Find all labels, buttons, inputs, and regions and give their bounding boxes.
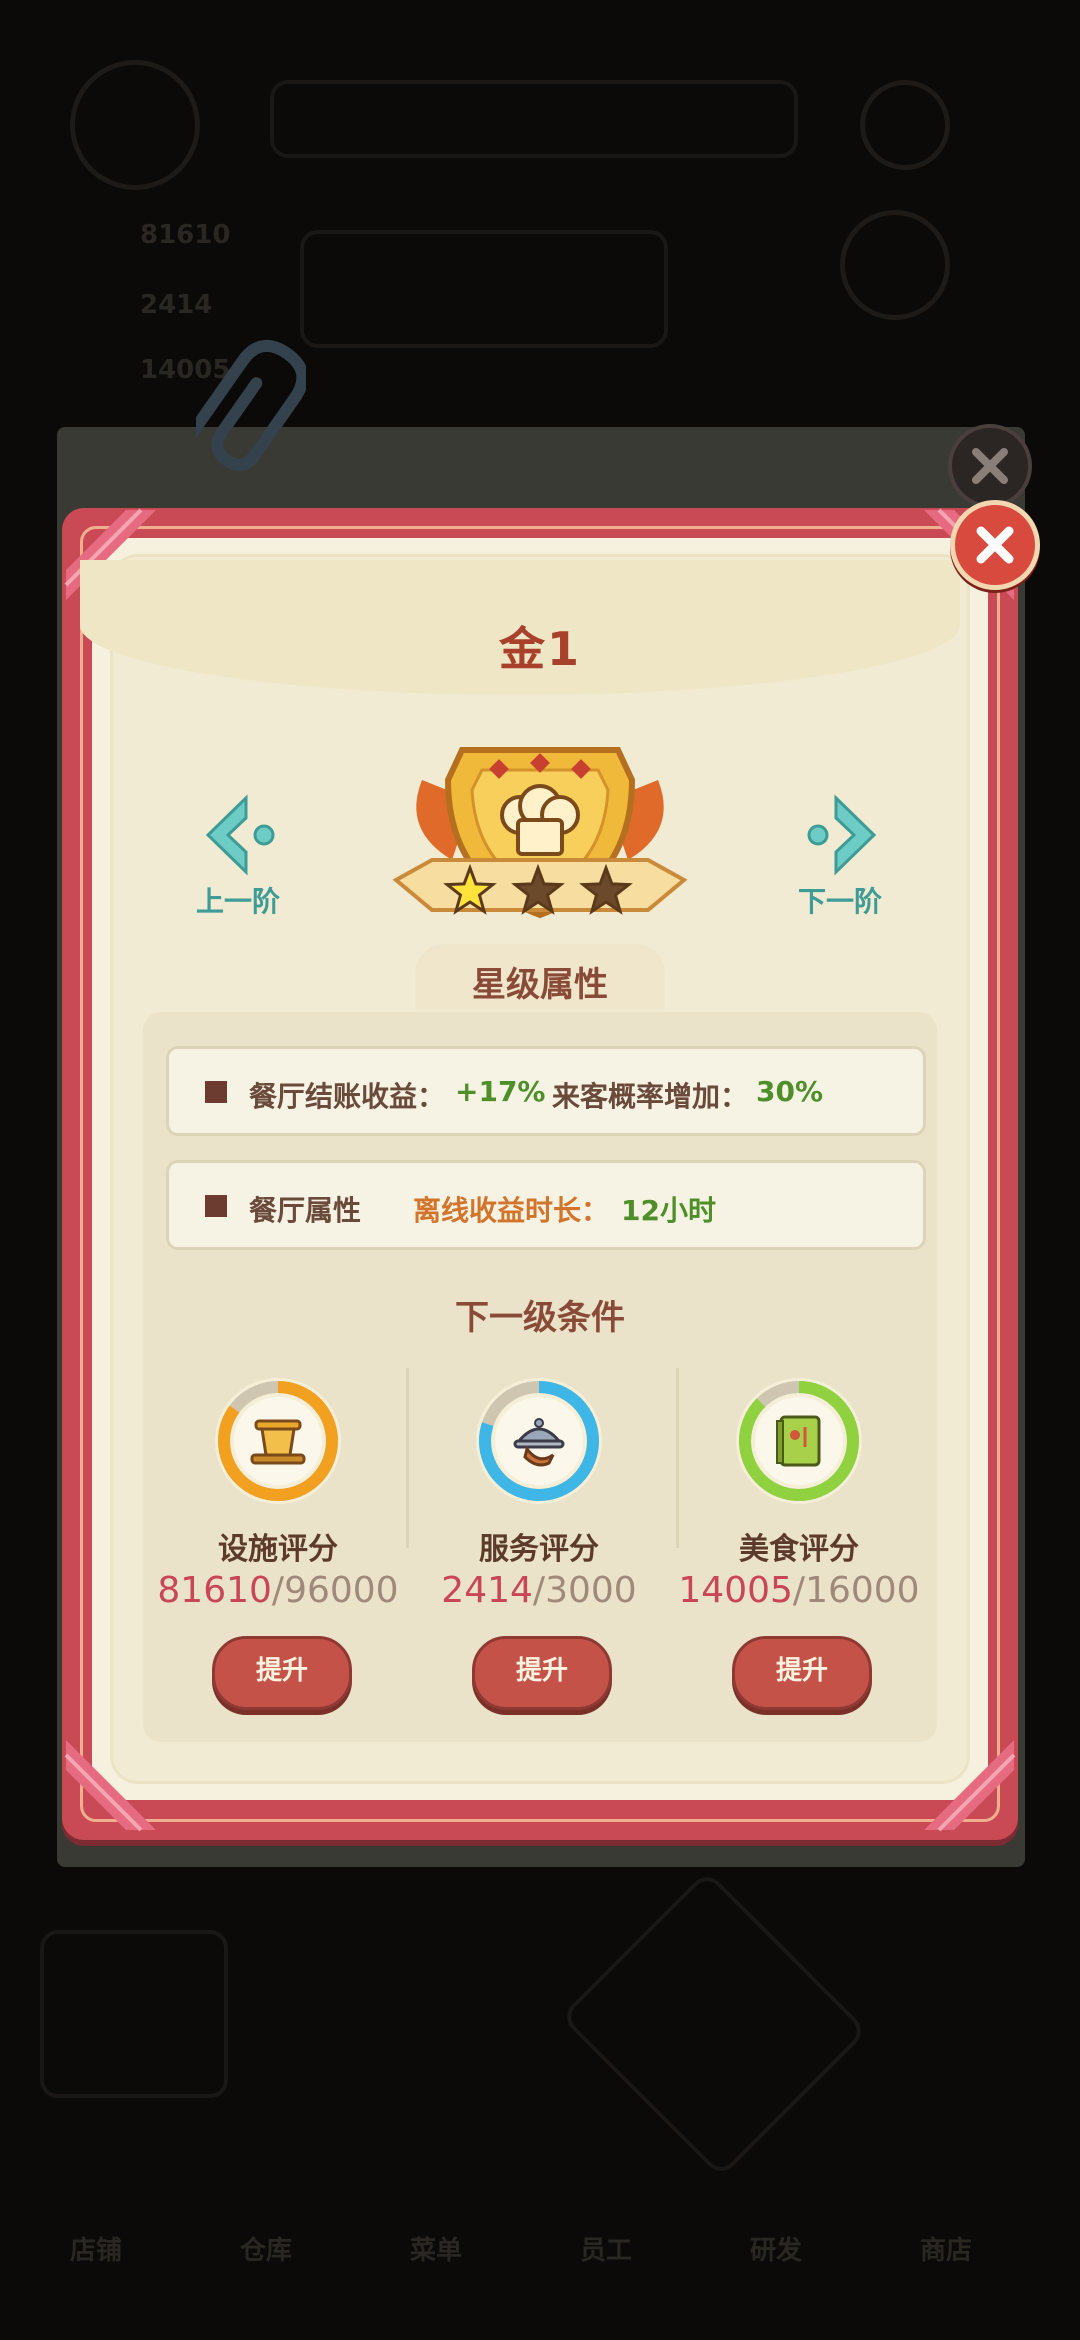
attr-label: 餐厅结账收益： [249,1080,446,1113]
condition-value: 81610/96000 [157,1570,399,1611]
attribute-row: 餐厅属性 离线收益时长： 12小时 [166,1160,926,1250]
attr-label-2: 离线收益时长： [413,1194,610,1227]
bg-nav-6: 商店 [920,2236,973,2266]
condition-name: 美食评分 [739,1532,859,1567]
attribute-row: 餐厅结账收益： +17% 来客概率增加： 30% [166,1046,926,1136]
serving-tray-icon [513,1418,565,1467]
next-rank-label[interactable]: 下一阶 [770,880,910,920]
condition-name: 服务评分 [479,1532,599,1567]
next-level-conditions-heading: 下一级条件 [455,1298,625,1338]
close-icon [976,526,1014,564]
bg-diamond-tile [559,1869,869,2179]
upgrade-facility-button[interactable]: 提升 [212,1636,352,1710]
attr-label-2: 来客概率增加： [552,1080,749,1113]
arrow-left-icon [205,794,275,876]
back-close-icon [948,424,1032,508]
star-filled-icon [443,863,497,915]
condition-value: 14005/16000 [678,1570,920,1611]
bullet-icon [205,1081,227,1103]
attr-label: 餐厅属性 [249,1194,362,1227]
prev-rank-label[interactable]: 上一阶 [168,880,308,920]
bg-nav-1: 店铺 [70,2236,123,2266]
bullet-icon [205,1195,227,1217]
rank-title: 金1 [498,622,581,676]
attr-value: +17% [455,1075,546,1108]
upgrade-service-button[interactable]: 提升 [472,1636,612,1710]
bg-top-bar [270,80,798,158]
corner-ribbon-icon [64,1740,156,1832]
bg-panel [300,230,668,348]
bg-stat-1: 81610 [140,220,231,250]
star-attributes-heading: 星级属性 [472,965,608,1005]
bg-nav-4: 员工 [580,2236,633,2266]
condition-value: 2414/3000 [441,1570,637,1611]
upgrade-cuisine-button[interactable]: 提升 [732,1636,872,1710]
bg-eye-icon [840,210,950,320]
condition-name: 设施评分 [218,1532,338,1567]
attr-value-2: 12小时 [621,1194,716,1227]
star-empty-icon [579,863,633,915]
bg-map-tile [40,1930,228,2098]
bg-settings-icon [860,80,950,170]
rank-stars [443,863,633,915]
paperclip-icon [196,339,306,471]
next-rank-button[interactable] [796,790,886,880]
bg-nav-3: 菜单 [410,2236,463,2266]
pot-icon [250,1419,306,1465]
corner-ribbon-icon [924,1740,1016,1832]
bg-avatar [70,60,200,190]
bg-stat-2: 2414 [140,290,213,320]
close-button[interactable] [950,500,1040,590]
recipe-book-icon [776,1415,821,1467]
bg-nav-5: 研发 [750,2236,803,2266]
attr-value-2: 30% [756,1075,824,1108]
prev-rank-button[interactable] [196,790,286,880]
star-empty-icon [511,863,565,915]
bg-nav-2: 仓库 [240,2236,293,2266]
arrow-right-icon [807,794,877,876]
